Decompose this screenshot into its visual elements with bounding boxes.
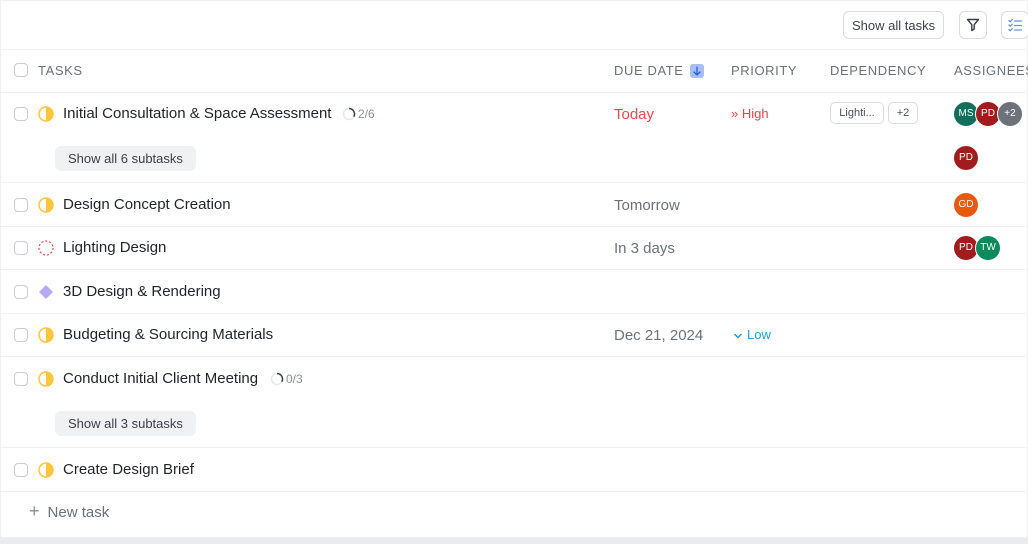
due-date[interactable]: Dec 21, 2024: [614, 327, 703, 344]
task-list-panel: Show all tasks TASKS DUE DATE PRIORITY D…: [0, 0, 1028, 538]
status-in-progress-icon[interactable]: [38, 462, 54, 478]
table-header: TASKS DUE DATE PRIORITY DEPENDENCY ASSIG…: [1, 49, 1028, 93]
sort-descending-icon[interactable]: [689, 63, 704, 78]
task-row[interactable]: Create Design Brief: [1, 448, 1028, 492]
due-date[interactable]: In 3 days: [614, 240, 675, 257]
avatar-overflow[interactable]: +2: [997, 101, 1023, 127]
new-task-label: New task: [47, 504, 110, 521]
filter-button[interactable]: [959, 11, 987, 39]
status-in-progress-icon[interactable]: [38, 371, 54, 387]
priority-high-icon: »: [731, 106, 739, 121]
due-date[interactable]: Today: [614, 106, 654, 123]
priority-label: Low: [747, 327, 771, 342]
task-row[interactable]: Initial Consultation & Space Assessment …: [1, 92, 1028, 183]
task-row[interactable]: Budgeting & Sourcing Materials Dec 21, 2…: [1, 314, 1028, 357]
filter-icon: [966, 18, 980, 32]
task-row[interactable]: 3D Design & Rendering: [1, 270, 1028, 314]
subtask-progress-count: 0/3: [286, 372, 303, 386]
due-date[interactable]: Tomorrow: [614, 197, 680, 214]
task-checkbox[interactable]: [14, 241, 28, 255]
subtask-progress-count: 2/6: [358, 107, 375, 121]
toolbar: Show all tasks: [1, 1, 1028, 50]
select-all-checkbox[interactable]: [14, 63, 28, 77]
task-checkbox[interactable]: [14, 463, 28, 477]
task-name[interactable]: Initial Consultation & Space Assessment: [63, 105, 331, 122]
task-row[interactable]: Conduct Initial Client Meeting 0/3 Show …: [1, 357, 1028, 448]
task-name[interactable]: Conduct Initial Client Meeting: [63, 370, 258, 387]
column-header-due-date[interactable]: DUE DATE: [614, 49, 704, 92]
checklist-icon: [1008, 19, 1023, 32]
column-header-priority[interactable]: PRIORITY: [731, 49, 797, 92]
status-in-progress-icon[interactable]: [38, 197, 54, 213]
show-subtasks-button[interactable]: Show all 6 subtasks: [55, 146, 196, 171]
avatar[interactable]: GD: [953, 192, 979, 218]
task-checkbox[interactable]: [14, 372, 28, 386]
task-checkbox[interactable]: [14, 285, 28, 299]
status-todo-icon[interactable]: [38, 240, 54, 256]
subtask-progress-icon: [270, 372, 284, 386]
task-row[interactable]: Lighting Design In 3 days PD TW: [1, 227, 1028, 270]
task-name[interactable]: 3D Design & Rendering: [63, 283, 221, 300]
chevron-down-icon: [734, 333, 742, 339]
priority-label: High: [741, 106, 769, 121]
priority-high[interactable]: » High: [731, 106, 769, 121]
task-row[interactable]: Design Concept Creation Tomorrow GD: [1, 183, 1028, 227]
avatar[interactable]: PD: [953, 145, 979, 171]
status-milestone-diamond-icon[interactable]: [38, 284, 54, 300]
task-checkbox[interactable]: [14, 107, 28, 121]
column-header-dependency[interactable]: DEPENDENCY: [830, 49, 926, 92]
task-name[interactable]: Lighting Design: [63, 239, 166, 256]
task-name[interactable]: Budgeting & Sourcing Materials: [63, 326, 273, 343]
checklist-view-button[interactable]: [1001, 11, 1028, 39]
task-name[interactable]: Create Design Brief: [63, 461, 194, 478]
show-subtasks-button[interactable]: Show all 3 subtasks: [55, 411, 196, 436]
show-all-tasks-button[interactable]: Show all tasks: [843, 11, 945, 39]
dependency-more-chip[interactable]: +2: [888, 102, 918, 124]
status-in-progress-icon[interactable]: [38, 327, 54, 343]
status-in-progress-icon[interactable]: [38, 106, 54, 122]
task-checkbox[interactable]: [14, 198, 28, 212]
priority-low[interactable]: Low: [733, 327, 771, 342]
plus-icon: +: [29, 501, 40, 521]
task-name[interactable]: Design Concept Creation: [63, 196, 231, 213]
horizontal-scrollbar[interactable]: [0, 538, 1028, 544]
subtask-progress-icon: [342, 107, 356, 121]
dependency-chip[interactable]: Lighti...: [830, 102, 884, 124]
column-header-tasks[interactable]: TASKS: [38, 49, 83, 92]
new-task-button[interactable]: + New task: [29, 501, 109, 522]
avatar[interactable]: TW: [975, 235, 1001, 261]
column-header-assignees[interactable]: ASSIGNEES: [954, 49, 1028, 92]
due-date-label: DUE DATE: [614, 63, 684, 78]
task-checkbox[interactable]: [14, 328, 28, 342]
